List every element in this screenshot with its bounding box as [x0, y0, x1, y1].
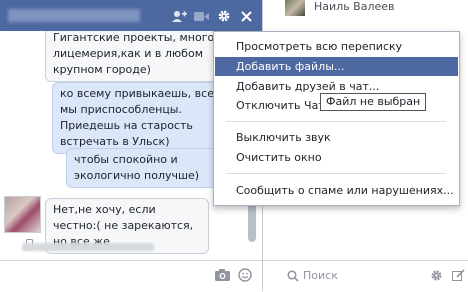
menu-divider	[226, 173, 446, 174]
new-message-icon[interactable]	[452, 269, 465, 285]
menu-item-view-conversation[interactable]: Просмотреть всю переписку	[215, 37, 458, 56]
gear-icon[interactable]	[430, 269, 443, 285]
emoji-icon[interactable]	[238, 268, 252, 285]
file-tooltip: Файл не выбран	[320, 93, 427, 111]
video-call-icon[interactable]	[193, 8, 209, 24]
message-input[interactable]	[6, 267, 210, 287]
menu-item-report-spam[interactable]: Сообщить о спаме или нарушениях...	[215, 181, 458, 200]
status-line	[22, 243, 154, 251]
message-incoming: Гигантские проекты, много лицемерия,как …	[45, 31, 231, 82]
composer	[0, 260, 262, 292]
avatar[interactable]	[285, 0, 305, 16]
search-icon	[287, 270, 299, 285]
search-bar: Поиск	[263, 260, 468, 292]
menu-item-add-files[interactable]: Добавить файлы...	[215, 57, 458, 76]
menu-item-clear-window[interactable]: Очистить окно	[215, 148, 458, 167]
search-input[interactable]: Поиск	[303, 269, 338, 282]
menu-divider	[226, 121, 446, 122]
close-icon[interactable]	[238, 8, 254, 24]
avatar[interactable]	[4, 196, 41, 233]
menu-item-mute[interactable]: Выключить звук	[215, 128, 458, 147]
chat-title[interactable]	[8, 9, 140, 22]
gear-icon[interactable]	[216, 8, 232, 24]
camera-icon[interactable]	[215, 269, 230, 284]
add-friend-icon[interactable]	[171, 8, 187, 24]
contact-name[interactable]: Наиль Валеев	[314, 0, 395, 13]
chat-options-menu: Просмотреть всю переписку Добавить файлы…	[213, 31, 460, 206]
chat-header[interactable]	[0, 0, 262, 31]
message-outgoing: ко всему привыкаешь, все мы приспособлен…	[52, 82, 238, 154]
